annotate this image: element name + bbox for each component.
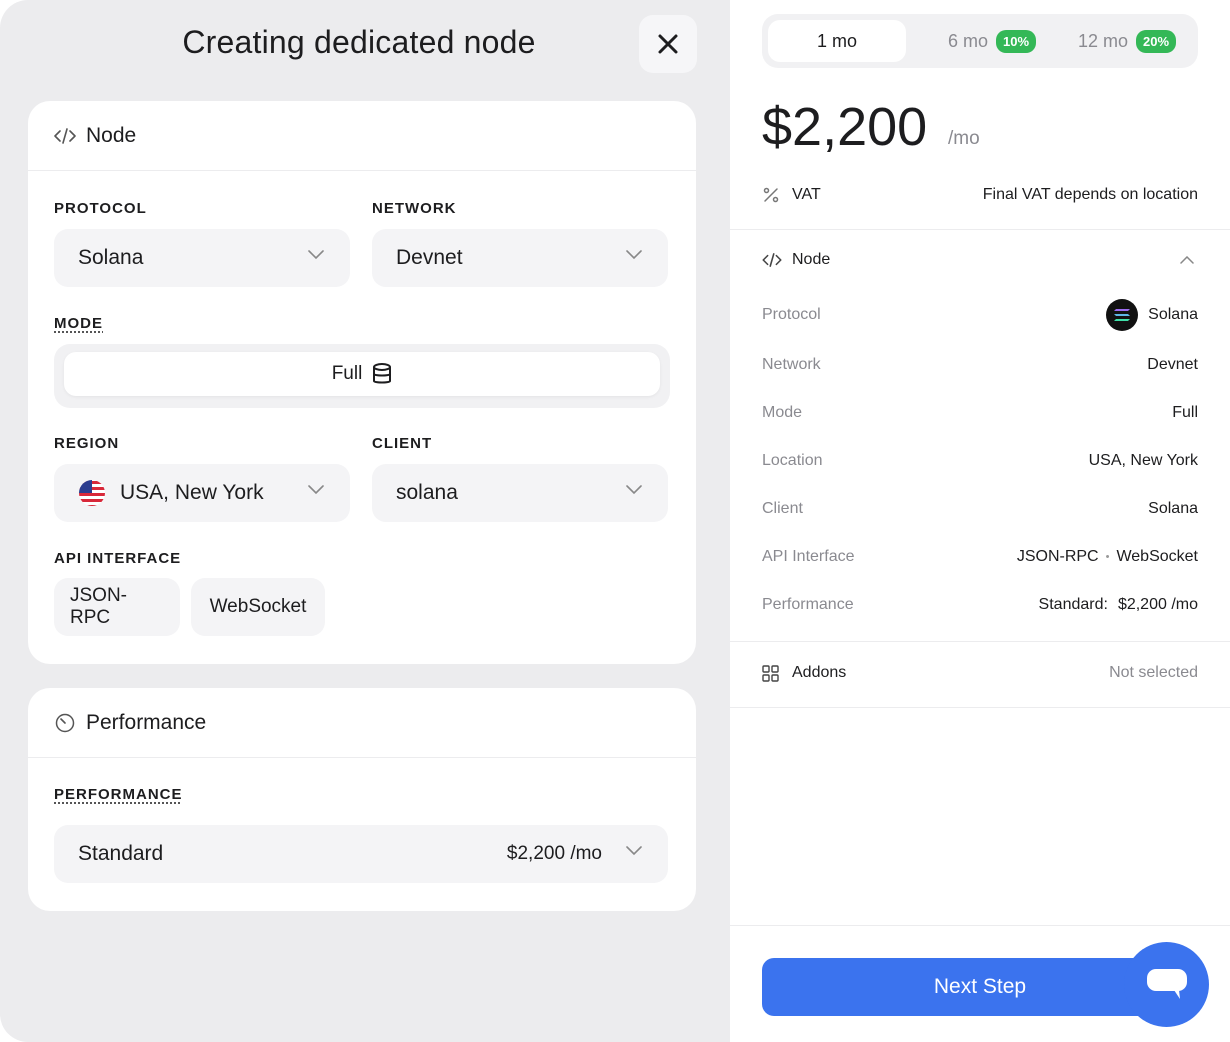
summary-row-client: Client Solana — [762, 500, 1198, 518]
code-icon — [762, 253, 782, 267]
summary-value: Full — [1172, 404, 1198, 421]
performance-card: Performance PERFORMANCE Standard $2,200 … — [28, 688, 696, 911]
chevron-up-icon — [1180, 256, 1194, 264]
modal-title: Creating dedicated node — [182, 24, 536, 60]
period-option-12mo[interactable]: 12 mo 20% — [1062, 20, 1192, 62]
summary-row-location: Location USA, New York — [762, 452, 1198, 470]
summary-key: Performance — [762, 596, 854, 613]
divider — [730, 925, 1230, 926]
protocol-select[interactable]: Solana — [54, 229, 350, 287]
chevron-down-icon — [308, 485, 324, 495]
network-select[interactable]: Devnet — [372, 229, 668, 287]
vat-row: VAT Final VAT depends on location — [762, 186, 1198, 204]
chevron-down-icon — [626, 485, 642, 495]
client-select[interactable]: solana — [372, 464, 668, 522]
summary-row-protocol: Protocol Solana — [762, 299, 1198, 331]
period-label: 1 mo — [816, 30, 858, 51]
summary-row-performance: Performance Standard: $2,200 /mo — [762, 596, 1198, 614]
node-summary-header[interactable]: Node — [762, 251, 1198, 269]
summary-panel: 1 mo 6 mo 10% 12 mo 20% $2,200 /mo VAT F… — [730, 0, 1230, 1042]
region-value: USA, New York — [120, 481, 264, 504]
billing-period-selector: 1 mo 6 mo 10% 12 mo 20% — [762, 14, 1198, 68]
summary-value: USA, New York — [1088, 452, 1198, 469]
summary-value: JSON-RPC — [1016, 548, 1099, 565]
divider — [730, 707, 1230, 708]
network-label: NETWORK — [372, 200, 457, 217]
chevron-down-icon — [626, 846, 642, 856]
us-flag-icon — [79, 480, 105, 506]
price-total: $2,200 — [762, 97, 928, 157]
chevron-down-icon — [308, 250, 324, 260]
price-period: /mo — [948, 128, 980, 149]
period-label: 12 mo — [1077, 30, 1128, 51]
summary-value: $2,200 /mo — [1117, 596, 1198, 613]
grid-icon — [762, 664, 782, 682]
protocol-label: PROTOCOL — [54, 200, 147, 217]
summary-value: Solana — [1148, 306, 1198, 323]
period-option-6mo[interactable]: 6 mo 10% — [922, 20, 1062, 62]
summary-row-api-interface: API Interface JSON-RPC • WebSocket — [762, 548, 1198, 566]
api-option-websocket[interactable]: WebSocket — [191, 578, 325, 636]
divider — [730, 229, 1230, 230]
chat-button[interactable] — [1124, 942, 1209, 1027]
close-icon — [658, 34, 678, 54]
performance-label: PERFORMANCE — [54, 786, 183, 803]
chevron-down-icon — [626, 250, 642, 260]
summary-row-mode: Mode Full — [762, 404, 1198, 422]
summary-value: Devnet — [1147, 356, 1198, 373]
summary-key: Mode — [762, 404, 803, 421]
addons-row[interactable]: Addons Not selected — [762, 664, 1198, 682]
database-icon — [373, 363, 392, 384]
mode-value: Full — [331, 363, 363, 384]
summary-key: API Interface — [762, 548, 855, 565]
node-card: Node PROTOCOL Solana NETWORK Devnet MODE… — [28, 101, 696, 664]
node-card-title: Node — [86, 123, 137, 147]
close-button[interactable] — [639, 15, 697, 73]
code-icon — [54, 125, 76, 147]
addons-value: Not selected — [1109, 664, 1198, 681]
summary-row-network: Network Devnet — [762, 356, 1198, 374]
vat-value: Final VAT depends on location — [982, 186, 1198, 203]
mode-selector: Full — [54, 344, 670, 408]
summary-value: Solana — [1148, 500, 1198, 517]
performance-select[interactable]: Standard $2,200 /mo — [54, 825, 668, 883]
mode-label: MODE — [54, 315, 103, 332]
region-select[interactable]: USA, New York — [54, 464, 350, 522]
region-label: REGION — [54, 435, 120, 452]
addons-label: Addons — [792, 664, 847, 681]
solana-logo-icon — [1106, 299, 1139, 331]
summary-value: WebSocket — [1116, 548, 1198, 565]
protocol-value: Solana — [78, 246, 144, 269]
client-value: solana — [396, 481, 458, 504]
config-panel: Creating dedicated node Node PROTOCOL So… — [0, 0, 730, 1042]
gauge-icon — [54, 712, 76, 734]
summary-key: Network — [762, 356, 821, 373]
summary-value: Standard: — [1038, 596, 1108, 613]
summary-key: Protocol — [762, 306, 821, 323]
mode-option-full[interactable]: Full — [64, 352, 660, 396]
summary-key: Client — [762, 500, 803, 517]
period-option-1mo[interactable]: 1 mo — [768, 20, 906, 62]
period-label: 6 mo — [947, 30, 988, 51]
discount-badge: 20% — [1136, 29, 1177, 53]
vat-label: VAT — [792, 186, 821, 203]
separator-dot: • — [1105, 551, 1110, 563]
summary-key: Location — [762, 452, 823, 469]
node-summary-title: Node — [792, 251, 831, 268]
divider — [730, 641, 1230, 642]
network-value: Devnet — [396, 246, 463, 269]
client-label: CLIENT — [372, 435, 433, 452]
performance-price: $2,200 /mo — [506, 843, 602, 864]
node-card-header: Node — [28, 101, 696, 171]
api-interface-label: API INTERFACE — [54, 550, 182, 567]
percent-icon — [763, 187, 779, 203]
chat-bubble-icon — [1146, 968, 1187, 999]
performance-card-title: Performance — [86, 710, 207, 734]
performance-value: Standard — [78, 842, 164, 865]
discount-badge: 10% — [996, 29, 1037, 53]
performance-card-header: Performance — [28, 688, 696, 758]
api-option-json-rpc[interactable]: JSON-RPC — [54, 578, 180, 636]
